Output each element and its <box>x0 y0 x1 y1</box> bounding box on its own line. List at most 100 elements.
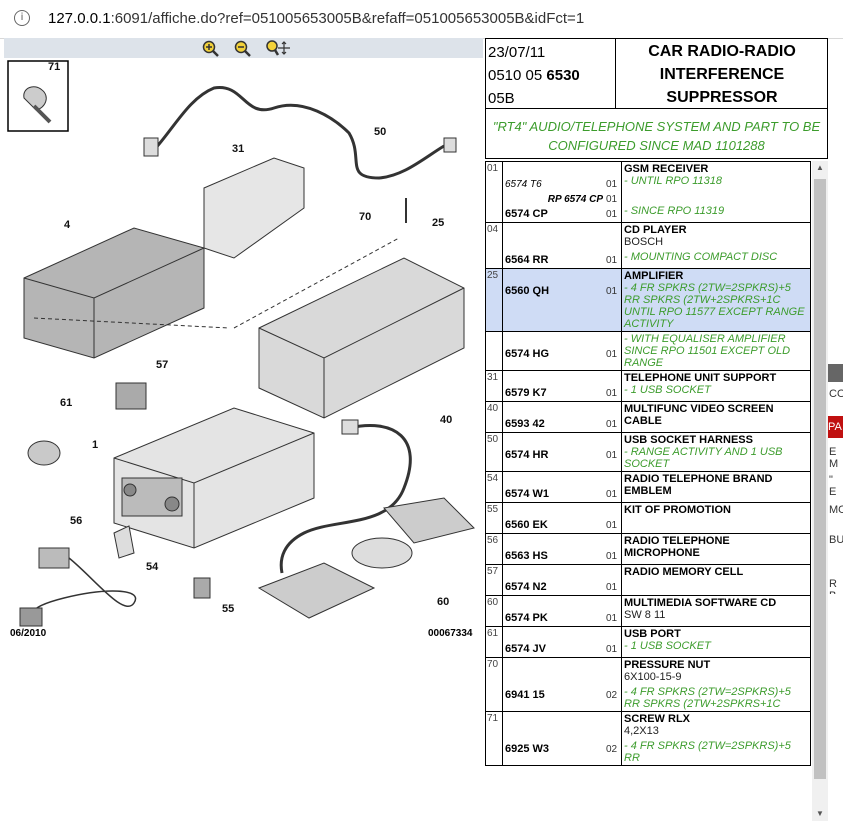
part-row[interactable]: 25 6560 QH 01 AMPLIFIER - 4 FR SPKRS (2TW=2S… <box>485 268 811 332</box>
part-note: 6X100-15-9 <box>624 671 682 683</box>
list-scrollbar[interactable]: ▲ ▼ <box>812 161 828 821</box>
part-reference[interactable]: 6574 HR <box>505 448 603 463</box>
part-row[interactable]: 55 6560 EK 01 KIT OF PROMOTION <box>485 502 811 534</box>
parts-list[interactable]: 01 6574 T6 RP 6574 CP 6574 CP 01 01 01 GSM RECE… <box>485 161 812 821</box>
part-name: MULTIMEDIA SOFTWARE CD <box>624 597 777 609</box>
part-description-cell: RADIO MEMORY CELL <box>621 564 811 596</box>
part-reference-cell: 6563 HS <box>502 533 605 565</box>
url-text[interactable]: 127.0.0.1:6091/affiche.do?ref=0510056530… <box>48 10 584 27</box>
part-name: MULTIFUNC VIDEO SCREEN CABLE <box>624 403 774 427</box>
part-note: BOSCH <box>624 236 664 248</box>
part-note: - WITH EQUALISER AMPLIFIER SINCE RPO 115… <box>624 333 791 369</box>
part-description-cell: KIT OF PROMOTION <box>621 502 811 534</box>
part-quantity: 01 <box>606 520 618 531</box>
part-name: RADIO TELEPHONE BRAND EMBLEM <box>624 473 773 497</box>
part-quantity-cell: 01 <box>605 370 622 402</box>
part-note: - 1 USB SOCKET <box>624 640 711 652</box>
part-reference[interactable]: 6941 15 <box>505 688 603 703</box>
part-name: GSM RECEIVER <box>624 163 709 175</box>
svg-text:31: 31 <box>232 143 244 155</box>
part-reference[interactable]: 6574 HG <box>505 347 603 362</box>
zoom-pan-icon[interactable] <box>264 39 290 57</box>
part-reference[interactable]: 6925 W3 <box>505 742 603 757</box>
exploded-diagram-panel: 71 50 31 70 25 4 57 61 40 1 56 54 55 60 … <box>4 38 483 822</box>
part-reference-cell: 6574 JV <box>502 626 605 658</box>
zoom-in-icon[interactable] <box>200 39 222 57</box>
part-quantity-cell: 02 <box>605 657 622 712</box>
part-description-cell: GSM RECEIVER - UNTIL RPO 11318 - SINCE RPO… <box>621 161 811 223</box>
part-reference-cell: 6574 PK <box>502 595 605 627</box>
part-reference-cell: 6579 K7 <box>502 370 605 402</box>
page-title: CAR RADIO-RADIO INTERFERENCE SUPPRESSOR <box>648 43 796 106</box>
part-reference[interactable]: 6560 QH <box>505 284 603 299</box>
part-reference-cell: 6925 W3 <box>502 711 605 766</box>
part-quantity: 02 <box>606 744 618 755</box>
part-row[interactable]: 50 6574 HR 01 USB SOCKET HARNESS - RANGE ACT… <box>485 432 811 472</box>
part-item-number: 31 <box>485 370 503 402</box>
part-reference-cell: 6560 QH <box>502 268 605 332</box>
part-row[interactable]: 57 6574 N2 01 RADIO MEMORY CELL <box>485 564 811 596</box>
svg-text:1: 1 <box>92 439 98 451</box>
part-reference[interactable]: 6579 K7 <box>505 386 603 401</box>
part-name: RADIO MEMORY CELL <box>624 566 744 578</box>
part-quantity-cell: 01 <box>605 564 622 596</box>
part-quantity: 01 <box>606 450 618 461</box>
scroll-thumb[interactable] <box>814 179 826 779</box>
part-quantity-cell: 01 01 01 <box>605 161 622 223</box>
part-item-number: 56 <box>485 533 503 565</box>
part-quantity: 01 <box>606 419 618 430</box>
part-reference[interactable]: 6574 CP <box>505 207 603 222</box>
part-reference[interactable]: 6564 RR <box>505 253 603 268</box>
part-name: PRESSURE NUT <box>624 659 711 671</box>
part-reference[interactable]: 6574 T6 <box>505 177 603 192</box>
part-reference[interactable]: RP 6574 CP <box>505 192 603 207</box>
part-row[interactable]: 56 6563 HS 01 RADIO TELEPHONE MICROPHONE <box>485 533 811 565</box>
part-quantity-cell: 01 <box>605 502 622 534</box>
part-row[interactable]: 04 6564 RR 01 CD PLAYER BOSCH - MOUNTING COMP… <box>485 222 811 269</box>
part-row[interactable]: 61 6574 JV 01 USB PORT - 1 USB SOCKET <box>485 626 811 658</box>
address-bar[interactable]: i 127.0.0.1:6091/affiche.do?ref=05100565… <box>0 0 843 39</box>
part-item-number: 01 <box>485 161 503 223</box>
part-description-cell: PRESSURE NUT 6X100-15-9 - 4 FR SPKRS (2TW=… <box>621 657 811 712</box>
part-reference[interactable]: 6574 PK <box>505 611 603 626</box>
configuration-note: "RT4" AUDIO/TELEPHONE SYSTEM AND PART TO… <box>485 109 828 159</box>
part-quantity: 01 <box>606 551 618 562</box>
part-reference-cell: 6574 T6 RP 6574 CP 6574 CP <box>502 161 605 223</box>
part-name: USB PORT <box>624 628 681 640</box>
part-name: KIT OF PROMOTION <box>624 504 731 516</box>
part-row[interactable]: 6574 HG 01 - WITH EQUALISER AMPLIFIER SINC… <box>485 331 811 371</box>
part-reference[interactable]: 6574 W1 <box>505 487 603 502</box>
part-quantity: 01 <box>606 489 618 500</box>
info-icon[interactable]: i <box>14 10 30 26</box>
zoom-out-icon[interactable] <box>232 39 254 57</box>
part-quantity-cell: 01 <box>605 401 622 433</box>
part-row[interactable]: 40 6593 42 01 MULTIFUNC VIDEO SCREEN CABLE <box>485 401 811 433</box>
diagram-toolbar <box>4 38 483 58</box>
part-item-number: 57 <box>485 564 503 596</box>
part-row[interactable]: 71 6925 W3 02 SCREW RLX 4,2X13 - 4 FR SPKRS (… <box>485 711 811 766</box>
part-reference[interactable]: 6563 HS <box>505 549 603 564</box>
svg-text:55: 55 <box>222 603 234 615</box>
part-item-number: 71 <box>485 711 503 766</box>
part-row[interactable]: 01 6574 T6 RP 6574 CP 6574 CP 01 01 01 GSM RECE… <box>485 161 811 223</box>
scroll-down-icon[interactable]: ▼ <box>812 807 828 821</box>
part-reference-cell: 6564 RR <box>502 222 605 269</box>
part-description-cell: USB PORT - 1 USB SOCKET <box>621 626 811 658</box>
part-reference[interactable]: 6560 EK <box>505 518 603 533</box>
scroll-up-icon[interactable]: ▲ <box>812 161 828 175</box>
part-row[interactable]: 70 6941 15 02 PRESSURE NUT 6X100-15-9 - 4 FR … <box>485 657 811 712</box>
parts-table: 01 6574 T6 RP 6574 CP 6574 CP 01 01 01 GSM RECE… <box>485 161 811 766</box>
part-reference[interactable]: 6574 N2 <box>505 580 603 595</box>
part-reference[interactable]: 6574 JV <box>505 642 603 657</box>
part-row[interactable]: 31 6579 K7 01 TELEPHONE UNIT SUPPORT - 1 USB… <box>485 370 811 402</box>
part-row[interactable]: 54 6574 W1 01 RADIO TELEPHONE BRAND EMBLEM <box>485 471 811 503</box>
part-quantity-cell: 01 <box>605 626 622 658</box>
part-row[interactable]: 60 6574 PK 01 MULTIMEDIA SOFTWARE CD SW 8 11 <box>485 595 811 627</box>
part-note: - RANGE ACTIVITY AND 1 USB SOCKET <box>624 446 783 470</box>
part-quantity-cell: 01 <box>605 222 622 269</box>
svg-text:60: 60 <box>437 596 449 608</box>
svg-text:40: 40 <box>440 414 452 426</box>
part-quantity-cell: 01 <box>605 533 622 565</box>
part-description-cell: MULTIMEDIA SOFTWARE CD SW 8 11 <box>621 595 811 627</box>
part-reference[interactable]: 6593 42 <box>505 417 603 432</box>
